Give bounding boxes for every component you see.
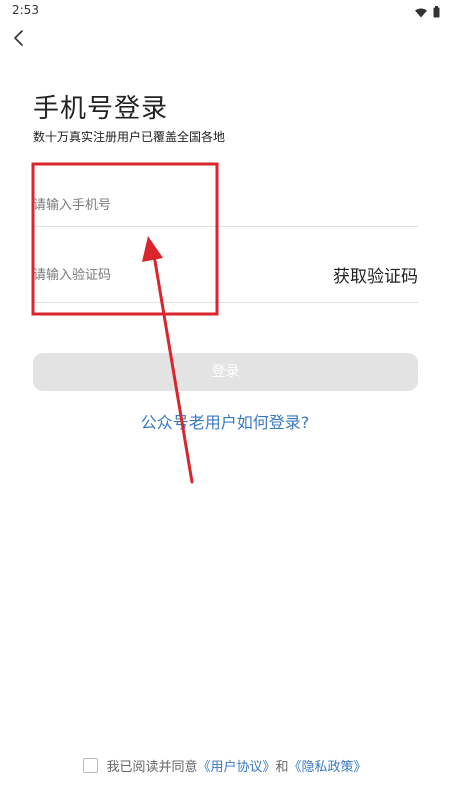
status-bar: 2:53 — [0, 0, 450, 22]
agreement-checkbox[interactable] — [83, 758, 99, 773]
phone-input[interactable] — [33, 190, 418, 218]
agreement-conjunction: 和 — [275, 760, 289, 775]
status-time: 2:53 — [12, 3, 39, 17]
privacy-policy-link[interactable]: 《隐私政策》 — [289, 760, 367, 775]
wifi-icon — [415, 3, 427, 22]
get-code-button[interactable]: 获取验证码 — [333, 262, 418, 287]
agreement-row: 我已阅读并同意《用户协议》和《隐私政策》 — [0, 756, 450, 775]
user-agreement-link[interactable]: 《用户协议》 — [197, 760, 275, 775]
status-icons — [415, 3, 440, 22]
page-title: 手机号登录 — [33, 94, 169, 124]
verification-code-input[interactable] — [33, 260, 303, 288]
chevron-left-icon — [8, 30, 32, 54]
legacy-user-login-link[interactable]: 公众号老用户如何登录? — [0, 409, 450, 433]
battery-icon — [433, 3, 440, 22]
page-subtitle: 数十万真实注册用户已覆盖全国各地 — [33, 130, 226, 144]
agreement-prefix: 我已阅读并同意 — [106, 760, 198, 775]
back-button[interactable] — [8, 26, 32, 50]
phone-field — [33, 184, 418, 227]
code-field: 获取验证码 — [33, 254, 418, 303]
login-button[interactable]: 登录 — [33, 353, 418, 391]
